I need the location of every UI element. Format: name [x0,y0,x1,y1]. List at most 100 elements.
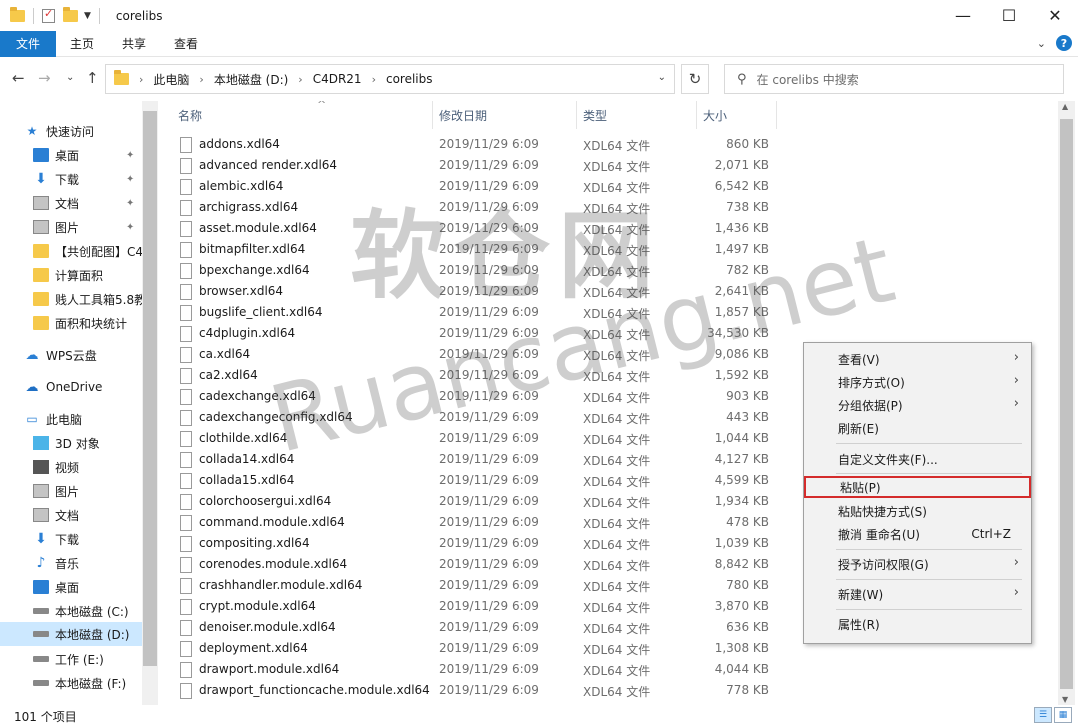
sidebar-item-wps-cloud[interactable]: ☁ WPS云盘 [0,343,142,367]
sidebar-item-folder[interactable]: 【共创配图】C4 [0,239,142,263]
breadcrumb-corelibs[interactable]: corelibs [386,72,433,86]
customize-toolbar-icon[interactable]: ▼ [84,11,91,21]
tab-share[interactable]: 共享 [108,31,160,57]
sidebar-item-quick-access[interactable]: ★ 快速访问 [0,119,142,143]
sidebar-item-music[interactable]: ♪ 音乐 [0,551,142,575]
tab-home[interactable]: 主页 [56,31,108,57]
large-icons-view-icon[interactable]: ▦ [1054,707,1072,723]
file-row[interactable]: bitmapfilter.xdl64 2019/11/29 6:09 XDL64 文… [158,239,1058,260]
menu-item-give-access[interactable]: 授予访问权限(G) › [806,553,1029,575]
up-arrow-icon[interactable]: ↑ [86,69,99,87]
file-row[interactable]: bugslife_client.xdl64 2019/11/29 6:09 XDL6… [158,302,1058,323]
menu-item-view[interactable]: 查看(V) › [806,348,1029,370]
column-header-date[interactable]: 修改日期 [439,101,579,129]
address-dropdown-icon[interactable]: ⌄ [658,72,666,83]
menu-item-sort-by[interactable]: 排序方式(O) › [806,371,1029,393]
menu-item-undo-rename[interactable]: 撤消 重命名(U) Ctrl+Z [806,523,1029,545]
tab-file[interactable]: 文件 [0,30,56,57]
search-input[interactable]: ⚲ 在 corelibs 中搜索 [724,64,1064,94]
menu-item-paste[interactable]: 粘贴(P) [804,476,1031,498]
pin-icon[interactable]: ✦ [126,174,134,185]
file-list-scrollbar[interactable]: ▲ ▼ [1058,101,1075,705]
file-row[interactable]: archigrass.xdl64 2019/11/29 6:09 XDL64 文件 7… [158,197,1058,218]
sidebar-scrollbar-thumb[interactable] [143,111,157,666]
column-header-size[interactable]: 大小 [703,101,773,129]
sidebar-item-videos[interactable]: 视频 [0,455,142,479]
file-date: 2019/11/29 6:09 [439,620,539,634]
breadcrumb-drive-d[interactable]: 本地磁盘 (D:) [214,71,288,88]
menu-item-paste-shortcut[interactable]: 粘贴快捷方式(S) [806,500,1029,522]
pin-icon[interactable]: ✦ [126,150,134,161]
sidebar-scrollbar[interactable] [142,101,158,705]
sidebar-item-downloads[interactable]: ⬇ 下载 [0,527,142,551]
close-button[interactable]: ✕ [1032,0,1078,31]
sidebar-item-this-pc[interactable]: ▭ 此电脑 [0,407,142,431]
breadcrumb-this-pc[interactable]: 此电脑 [153,71,189,88]
sidebar-item-folder[interactable]: 贱人工具箱5.8教 [0,287,142,311]
column-divider[interactable] [576,101,577,129]
sidebar-item-folder[interactable]: 计算面积 [0,263,142,287]
sidebar-item-drive-c[interactable]: 本地磁盘 (C:) [0,599,142,623]
minimize-button[interactable]: — [940,0,986,31]
column-divider[interactable] [696,101,697,129]
sidebar-item-desktop-pinned[interactable]: 桌面 ✦ [0,143,142,167]
file-row[interactable]: drawport.module.xdl64 2019/11/29 6:09 XDL6… [158,659,1058,680]
column-header-type[interactable]: 类型 [583,101,693,129]
file-row[interactable]: advanced render.xdl64 2019/11/29 6:09 XDL6… [158,155,1058,176]
sidebar-item-pictures-pinned[interactable]: 图片 ✦ [0,215,142,239]
sidebar-item-downloads-pinned[interactable]: ⬇ 下载 ✦ [0,167,142,191]
sidebar-item-pictures[interactable]: 图片 [0,479,142,503]
properties-icon[interactable] [42,7,55,23]
breadcrumb-chevron-icon[interactable]: › [139,73,143,86]
file-row[interactable]: alembic.xdl64 2019/11/29 6:09 XDL64 文件 6,54… [158,176,1058,197]
file-row[interactable]: asset.module.xdl64 2019/11/29 6:09 XDL64 文… [158,218,1058,239]
sidebar-item-onedrive[interactable]: ☁ OneDrive [0,375,142,399]
menu-item-new[interactable]: 新建(W) › [806,583,1029,605]
file-name: deployment.xdl64 [199,641,308,655]
maximize-button[interactable]: ☐ [986,0,1032,31]
file-name: compositing.xdl64 [199,536,310,550]
menu-item-group-by[interactable]: 分组依据(P) › [806,394,1029,416]
sidebar-item-drive-e[interactable]: 工作 (E:) [0,647,142,671]
recent-locations-icon[interactable]: ⌄ [66,72,74,83]
breadcrumb-chevron-icon[interactable]: › [372,73,376,86]
breadcrumb-c4dr21[interactable]: C4DR21 [313,72,362,86]
menu-item-refresh[interactable]: 刷新(E) [806,417,1029,439]
new-folder-icon[interactable] [63,6,78,22]
sidebar-item-documents[interactable]: 文档 [0,503,142,527]
column-divider[interactable] [432,101,433,129]
file-date: 2019/11/29 6:09 [439,536,539,550]
help-icon[interactable]: ? [1056,35,1072,51]
pin-icon[interactable]: ✦ [126,198,134,209]
pin-icon[interactable]: ✦ [126,222,134,233]
file-list-scrollbar-thumb[interactable] [1060,119,1073,689]
forward-arrow-icon[interactable]: → [38,69,51,87]
file-row[interactable]: bpexchange.xdl64 2019/11/29 6:09 XDL64 文件 7… [158,260,1058,281]
scroll-up-icon[interactable]: ▲ [1062,102,1068,111]
breadcrumb-chevron-icon[interactable]: › [199,73,203,86]
scroll-down-icon[interactable]: ▼ [1062,695,1068,704]
details-view-icon[interactable]: ☰ [1034,707,1052,723]
menu-item-customize-folder[interactable]: 自定义文件夹(F)... [806,448,1029,470]
file-row[interactable]: addons.xdl64 2019/11/29 6:09 XDL64 文件 860 K… [158,134,1058,155]
file-row[interactable]: c4dplugin.xdl64 2019/11/29 6:09 XDL64 文件 34… [158,323,1058,344]
sidebar-item-documents-pinned[interactable]: 文档 ✦ [0,191,142,215]
breadcrumb-chevron-icon[interactable]: › [298,73,302,86]
sidebar-item-drive-f[interactable]: 本地磁盘 (F:) [0,671,142,695]
sidebar-item-folder[interactable]: 面积和块统计 [0,311,142,335]
expand-ribbon-icon[interactable]: ⌄ [1037,37,1046,50]
file-icon [180,410,192,426]
refresh-button[interactable]: ↻ [681,64,709,94]
sidebar-item-desktop[interactable]: 桌面 [0,575,142,599]
file-row[interactable]: drawport_functioncache.module.xdl64 2019/… [158,680,1058,701]
address-bar[interactable]: › 此电脑 › 本地磁盘 (D:) › C4DR21 › corelibs ⌄ [105,64,675,94]
menu-item-properties[interactable]: 属性(R) [806,613,1029,635]
column-header-name[interactable]: 名称 ^ [178,101,434,129]
sidebar-item-drive-d[interactable]: 本地磁盘 (D:) [0,622,142,646]
sidebar-item-3d-objects[interactable]: 3D 对象 [0,431,142,455]
file-row[interactable]: browser.xdl64 2019/11/29 6:09 XDL64 文件 2,64… [158,281,1058,302]
column-divider[interactable] [776,101,777,129]
file-type: XDL64 文件 [583,622,651,636]
back-arrow-icon[interactable]: ← [12,69,25,87]
tab-view[interactable]: 查看 [160,31,212,57]
